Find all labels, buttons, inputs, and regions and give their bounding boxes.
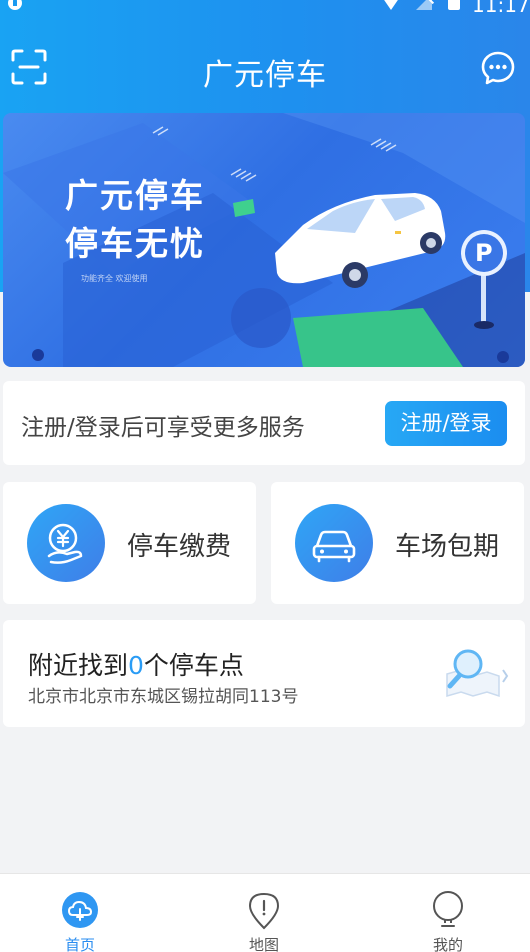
page-title: 广元停车 — [203, 58, 327, 93]
banner-subtitle: 功能齐全 欢迎使用 — [81, 274, 148, 283]
lot-subscription-label: 车场包期 — [395, 532, 500, 562]
parking-payment-label: 停车缴费 — [127, 532, 232, 562]
service-icon-circle — [295, 504, 373, 582]
app-header: 广元停车 — [0, 40, 530, 96]
yen-hand-icon — [47, 523, 83, 564]
current-address: 北京市北京市东城区锡拉胡同113号 — [28, 687, 299, 707]
car-illustration — [275, 193, 446, 288]
shield-icon — [8, 0, 22, 10]
status-time: 11:17 — [472, 0, 530, 17]
message-button[interactable] — [480, 50, 516, 86]
signal-icon — [416, 0, 432, 10]
bottom-nav: 首页 地图 我的 — [0, 873, 530, 952]
car-icon — [312, 530, 356, 563]
parking-payment-card[interactable]: 停车缴费 — [3, 482, 256, 604]
nearby-count: 0 — [128, 651, 144, 680]
battery-icon — [448, 0, 460, 10]
banner-title-line1: 广元停车 — [65, 176, 205, 215]
nav-label-map: 地图 — [248, 936, 279, 952]
service-icon-circle — [27, 504, 105, 582]
status-bar: 11:17 — [0, 0, 530, 17]
promo-banner[interactable]: 广元停车 停车无忧 功能齐全 欢迎使用 P — [3, 113, 525, 367]
nearby-title-suffix: 个停车点 — [143, 651, 244, 680]
map-pin-icon — [248, 892, 280, 930]
wifi-icon — [380, 0, 402, 10]
bulb-user-icon — [433, 891, 463, 927]
register-prompt: 注册/登录后可享受更多服务 — [21, 415, 305, 441]
nearby-title-prefix: 附近找到 — [28, 651, 129, 680]
nav-item-mine[interactable]: 我的 — [388, 874, 508, 952]
parking-sign-letter: P — [475, 239, 493, 267]
nav-item-map[interactable]: 地图 — [204, 874, 324, 952]
nav-item-home[interactable]: 首页 — [20, 874, 140, 952]
banner-title-line2: 停车无忧 — [65, 224, 205, 263]
nav-label-mine: 我的 — [432, 936, 463, 952]
nearby-parking-card[interactable]: 附近找到0个停车点 北京市北京市东城区锡拉胡同113号 — [3, 620, 525, 727]
lot-subscription-card[interactable]: 车场包期 — [271, 482, 524, 604]
nearby-title: 附近找到0个停车点 — [28, 646, 244, 682]
chat-bubble-icon — [481, 51, 515, 85]
register-login-button[interactable]: 注册/登录 — [385, 401, 507, 446]
nav-label-home: 首页 — [64, 936, 95, 952]
home-cloud-icon — [62, 892, 98, 928]
map-search-icon — [446, 649, 509, 698]
register-card: 注册/登录后可享受更多服务 注册/登录 — [3, 381, 525, 465]
